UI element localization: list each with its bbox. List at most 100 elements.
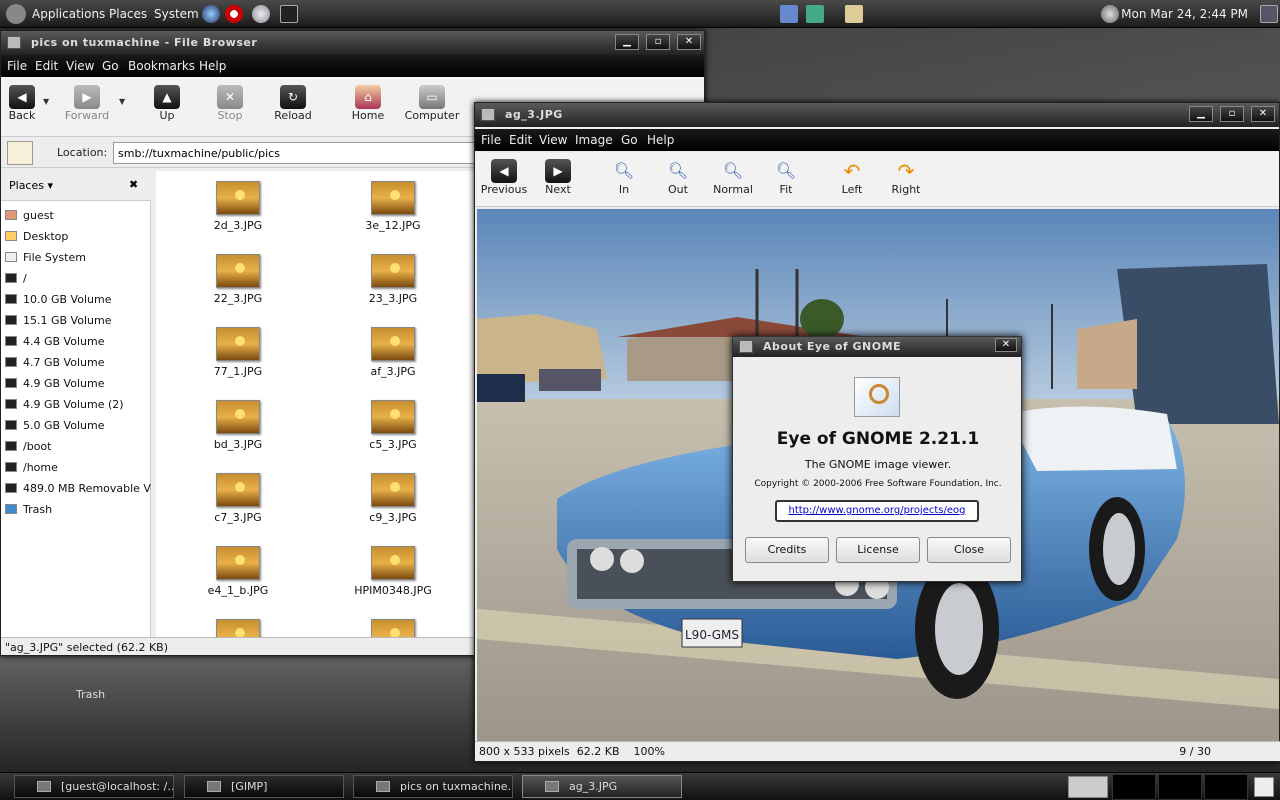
place-item[interactable]: /boot (5, 440, 151, 453)
place-item[interactable]: File System (5, 251, 151, 264)
terminal-icon[interactable] (280, 5, 298, 23)
up-button[interactable]: ▲ Up (149, 85, 185, 122)
maximize-button[interactable]: ▫ (1220, 106, 1244, 122)
forward-button[interactable]: ▶ Forward (63, 85, 111, 122)
reload-button[interactable]: ↻ Reload (271, 85, 315, 122)
edit-location-icon[interactable] (7, 141, 33, 165)
workspace-3[interactable] (1158, 774, 1202, 800)
place-item[interactable]: /home (5, 461, 151, 474)
clipboard-icon[interactable] (845, 5, 863, 23)
zoom-in-button[interactable]: 🔍︎ In (607, 159, 641, 196)
places-menu[interactable]: Places (109, 7, 147, 21)
place-item[interactable]: Trash (5, 503, 151, 516)
minimize-button[interactable]: ▁ (1189, 106, 1213, 122)
place-item[interactable]: 489.0 MB Removable Vo (5, 482, 151, 495)
system-menu[interactable]: System (154, 7, 199, 21)
stop-button[interactable]: ✕ Stop (211, 85, 249, 122)
place-item[interactable]: 5.0 GB Volume (5, 419, 151, 432)
back-button[interactable]: ◀ Back (5, 85, 39, 122)
file-item[interactable]: 23_3.JPG (333, 254, 453, 305)
file-item[interactable]: e4_1_b.JPG (178, 546, 298, 597)
trash-applet-icon[interactable] (1254, 777, 1274, 797)
volume-icon[interactable] (1101, 5, 1119, 23)
computer-button[interactable]: ▭ Computer (403, 85, 461, 122)
file-item[interactable]: bd_3.JPG (178, 400, 298, 451)
minimize-button[interactable]: ▁ (615, 34, 639, 50)
place-item[interactable]: 4.7 GB Volume (5, 356, 151, 369)
menu-view[interactable]: View (66, 59, 94, 73)
back-history-dropdown-icon[interactable]: ▼ (43, 97, 49, 106)
place-item[interactable]: Desktop (5, 230, 151, 243)
show-desktop-icon[interactable] (1260, 5, 1278, 23)
file-item[interactable]: 77_1.JPG (178, 327, 298, 378)
image-viewer-titlebar[interactable]: ag_3.JPG ▁ ▫ ✕ (475, 103, 1279, 127)
place-item[interactable]: guest (5, 209, 151, 222)
gnome-foot-icon[interactable] (6, 4, 26, 24)
close-button[interactable]: Close (927, 537, 1011, 563)
file-item[interactable]: c7_3.JPG (178, 473, 298, 524)
workspace-2[interactable] (1112, 774, 1156, 800)
zoom-fit-button[interactable]: 🔍︎ Fit (769, 159, 803, 196)
workspace-4[interactable] (1204, 774, 1248, 800)
file-name: 77_1.JPG (213, 365, 263, 378)
menu-file[interactable]: File (7, 59, 27, 73)
menu-edit[interactable]: Edit (509, 133, 532, 147)
help-icon[interactable] (225, 5, 243, 23)
menu-image[interactable]: Image (575, 133, 613, 147)
task-gimp[interactable]: [GIMP] (184, 775, 344, 798)
place-item[interactable]: 4.9 GB Volume (2) (5, 398, 151, 411)
next-button[interactable]: ▶ Next (541, 159, 575, 196)
about-website-link[interactable]: http://www.gnome.org/projects/eog (775, 500, 979, 522)
file-item[interactable]: HPIM0348.JPG (333, 546, 453, 597)
file-item[interactable]: 2d_3.JPG (178, 181, 298, 232)
network-manager-icon[interactable] (806, 5, 824, 23)
previous-button[interactable]: ◀ Previous (479, 159, 529, 196)
license-button[interactable]: License (836, 537, 920, 563)
file-item[interactable]: af_3.JPG (333, 327, 453, 378)
zoom-out-button[interactable]: 🔍︎ Out (661, 159, 695, 196)
file-item[interactable]: 3e_12.JPG (333, 181, 453, 232)
zoom-normal-button[interactable]: 🔍︎ Normal (709, 159, 757, 196)
about-close-icon[interactable]: ✕ (995, 338, 1017, 352)
clock[interactable]: Mon Mar 24, 2:44 PM (1121, 7, 1248, 21)
menu-bookmarks[interactable]: Bookmarks (128, 59, 195, 73)
file-item[interactable]: c9_3.JPG (333, 473, 453, 524)
place-item[interactable]: / (5, 272, 151, 285)
file-browser-titlebar[interactable]: pics on tuxmachine - File Browser ▁ ▫ ✕ (1, 31, 704, 55)
sidebar-places-dropdown[interactable]: Places ▾ (9, 179, 53, 192)
rotate-left-button[interactable]: ↶ Left (835, 159, 869, 196)
workspace-switcher-icon[interactable] (1068, 776, 1108, 798)
place-item[interactable]: 4.4 GB Volume (5, 335, 151, 348)
place-item[interactable]: 4.9 GB Volume (5, 377, 151, 390)
place-item[interactable]: 15.1 GB Volume (5, 314, 151, 327)
file-item[interactable]: 22_3.JPG (178, 254, 298, 305)
home-button[interactable]: ⌂ Home (349, 85, 387, 122)
place-item[interactable]: 10.0 GB Volume (5, 293, 151, 306)
up-arrow-icon: ▲ (154, 85, 180, 109)
maximize-button[interactable]: ▫ (646, 34, 670, 50)
web-browser-icon[interactable] (202, 5, 220, 23)
rotate-right-button[interactable]: ↷ Right (889, 159, 923, 196)
credits-button[interactable]: Credits (745, 537, 829, 563)
close-button[interactable]: ✕ (677, 34, 701, 50)
applications-menu[interactable]: Applications (32, 7, 105, 21)
task-file-browser[interactable]: pics on tuxmachine... (353, 775, 513, 798)
task-terminal[interactable]: [guest@localhost: /... (14, 775, 174, 798)
forward-history-dropdown-icon[interactable]: ▼ (119, 97, 125, 106)
sidebar-close-icon[interactable]: ✖ (129, 178, 138, 191)
task-image-viewer[interactable]: ag_3.JPG (522, 775, 682, 798)
image-thumbnail-icon (216, 327, 260, 361)
menu-view[interactable]: View (539, 133, 567, 147)
menu-file[interactable]: File (481, 133, 501, 147)
close-button[interactable]: ✕ (1251, 106, 1275, 122)
menu-edit[interactable]: Edit (35, 59, 58, 73)
menu-help[interactable]: Help (199, 59, 226, 73)
menu-help[interactable]: Help (647, 133, 674, 147)
file-item[interactable]: c5_3.JPG (333, 400, 453, 451)
menu-go[interactable]: Go (621, 133, 638, 147)
about-titlebar[interactable]: About Eye of GNOME ✕ (733, 337, 1021, 357)
menu-go[interactable]: Go (102, 59, 119, 73)
desktop-trash-label[interactable]: Trash (76, 688, 105, 701)
email-icon[interactable] (252, 5, 270, 23)
network-icon[interactable] (780, 5, 798, 23)
